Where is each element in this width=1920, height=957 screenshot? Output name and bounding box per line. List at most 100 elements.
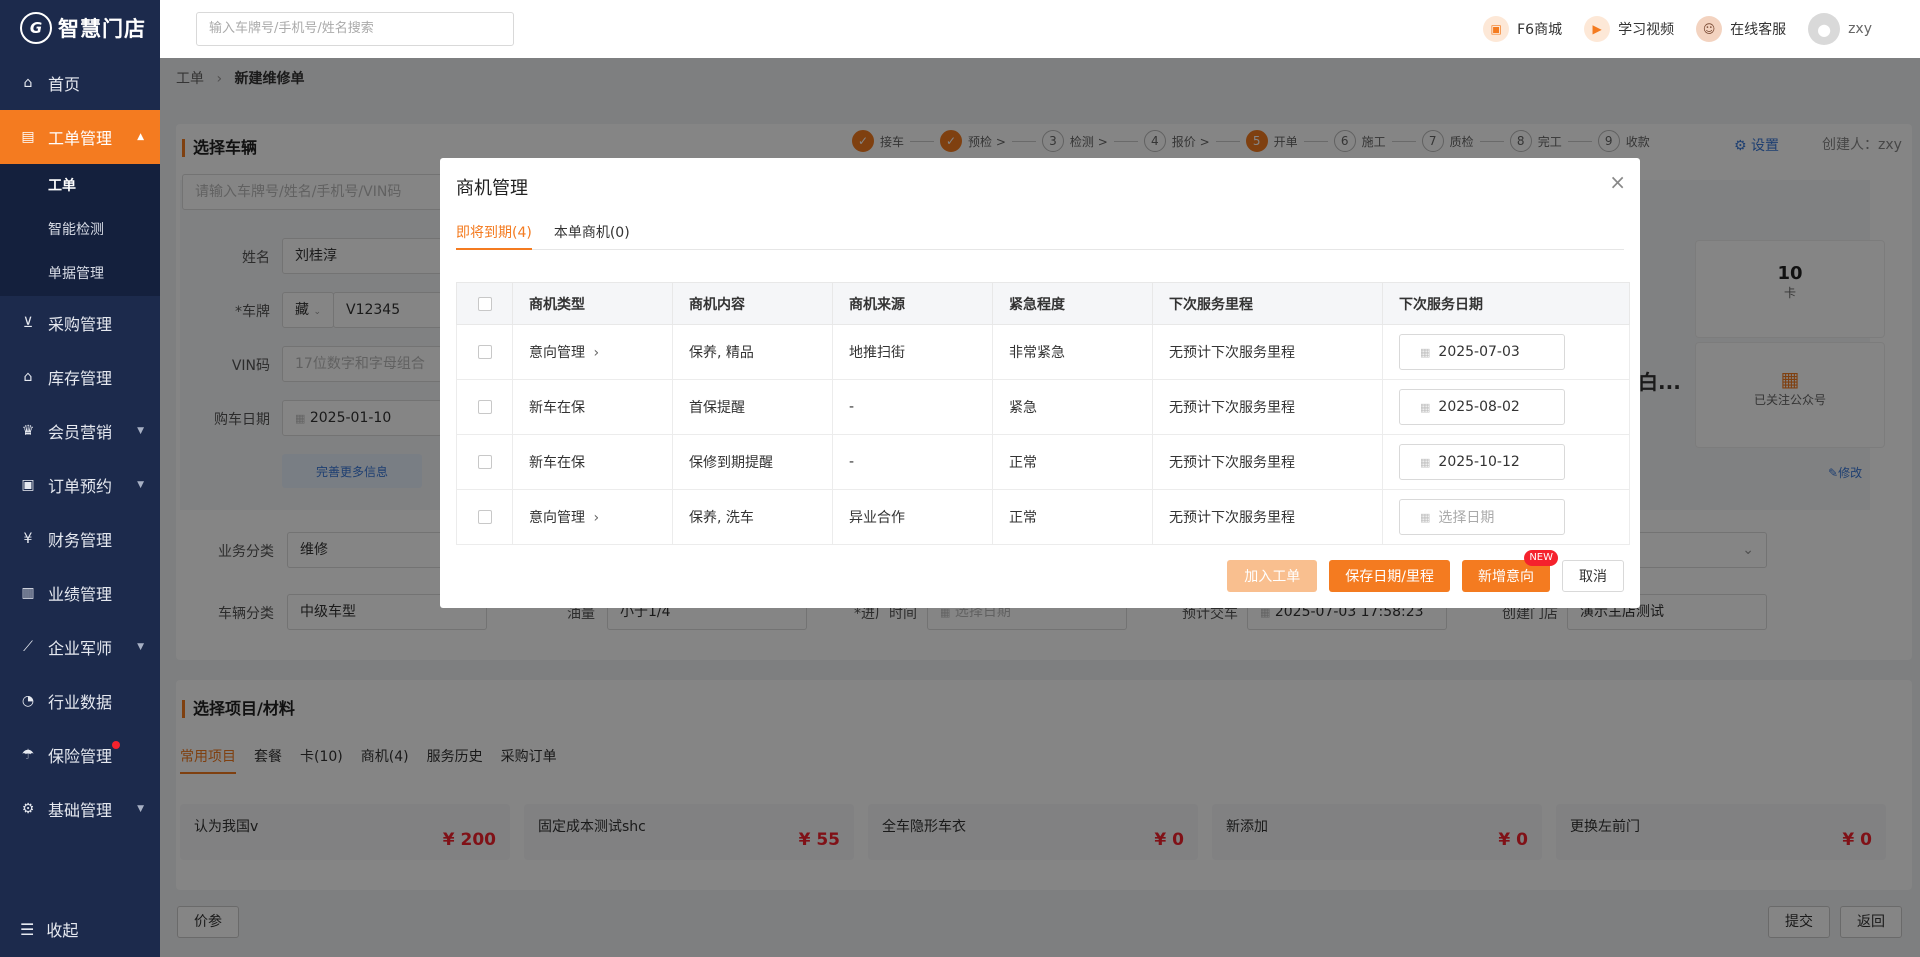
cell-mileage: 无预计下次服务里程: [1152, 324, 1383, 380]
play-icon: ▶: [1584, 16, 1611, 42]
sidebar-item-4[interactable]: ♛ 会员营销 ▼: [0, 404, 160, 458]
tab-this-order[interactable]: 本单商机(0): [554, 222, 630, 250]
opportunity-table: 商机类型 商机内容 商机来源 紧急程度 下次服务里程 下次服务日期 意向管理 ›…: [456, 282, 1630, 545]
date-placeholder: 选择日期: [1438, 510, 1495, 526]
date-value: 2025-07-03: [1438, 344, 1520, 360]
date-value: 2025-08-02: [1438, 399, 1520, 415]
service-link[interactable]: ☺ 在线客服: [1696, 16, 1786, 42]
sidebar-subitem-0[interactable]: 工单: [0, 164, 160, 208]
cell-source: 异业合作: [832, 489, 993, 545]
cell-date: ▦ 2025-07-03: [1382, 324, 1630, 380]
calendar-icon: ▦: [1420, 455, 1431, 469]
tab-expiring[interactable]: 即将到期(4): [456, 222, 532, 250]
table-row: 意向管理 › 保养, 洗车 异业合作 正常 无预计下次服务里程 ▦ 选择日期: [456, 489, 1630, 545]
sidebar-item-6[interactable]: ¥ 财务管理: [0, 512, 160, 566]
service-avatar-icon: ☺: [1696, 16, 1723, 42]
row-select-cell: [456, 379, 513, 435]
save-date-mileage-button[interactable]: 保存日期/里程: [1329, 560, 1450, 592]
cart-icon: ⊻: [22, 315, 34, 331]
chevron-up-icon: ▲: [137, 132, 144, 142]
select-all-checkbox[interactable]: [477, 296, 492, 311]
modal-tabs: 即将到期(4) 本单商机(0): [456, 222, 1624, 250]
sidebar-item-label: 基础管理: [48, 801, 113, 820]
global-search-input[interactable]: 输入车牌号/手机号/姓名搜索: [196, 12, 514, 46]
cell-urgency: 正常: [992, 489, 1153, 545]
bar-chart-icon: ▥: [21, 585, 35, 601]
sidebar-item-7[interactable]: ▥ 业绩管理: [0, 566, 160, 620]
clipboard-icon: ▣: [21, 477, 35, 493]
next-service-date-input[interactable]: ▦ 2025-08-02: [1399, 389, 1565, 425]
sidebar-item-5[interactable]: ▣ 订单预约 ▼: [0, 458, 160, 512]
user-name: zxy: [1848, 21, 1872, 37]
cell-source: -: [832, 434, 993, 490]
video-link[interactable]: ▶ 学习视频: [1584, 16, 1674, 42]
video-label: 学习视频: [1618, 22, 1675, 38]
next-service-date-input[interactable]: ▦ 2025-10-12: [1399, 444, 1565, 480]
sidebar-item-label: 采购管理: [48, 315, 113, 334]
row-select-cell: [456, 489, 513, 545]
cell-type: 新车在保: [512, 434, 673, 490]
sidebar-item-8[interactable]: ⟋ 企业军师 ▼: [0, 620, 160, 674]
app-logo[interactable]: G 智慧门店: [0, 0, 160, 56]
sidebar-item-2[interactable]: ⊻ 采购管理: [0, 296, 160, 350]
type-value: 新车在保: [529, 400, 585, 416]
col-content: 商机内容: [672, 282, 833, 325]
sidebar-item-10[interactable]: ☂ 保险管理: [0, 728, 160, 782]
new-intent-button[interactable]: 新增意向 NEW: [1462, 550, 1558, 592]
next-service-date-input[interactable]: ▦ 选择日期: [1399, 499, 1565, 535]
sidebar-item-label: 库存管理: [48, 369, 113, 388]
col-type: 商机类型: [512, 282, 673, 325]
cancel-button[interactable]: 取消: [1562, 560, 1624, 592]
cell-date: ▦ 2025-10-12: [1382, 434, 1630, 490]
cell-source: -: [832, 379, 993, 435]
sidebar-subitem-2[interactable]: 单据管理: [0, 252, 160, 296]
cell-content: 保养, 精品: [672, 324, 833, 380]
mall-link[interactable]: ▣ F6商城: [1483, 16, 1562, 42]
chevron-right-icon[interactable]: ›: [593, 510, 599, 526]
sidebar-item-label: 首页: [48, 75, 81, 94]
sidebar-item-label: 工单管理: [48, 129, 113, 148]
calendar-icon: ▦: [1420, 400, 1431, 414]
col-source: 商机来源: [832, 282, 993, 325]
sidebar-item-1[interactable]: ▤ 工单管理 ▲: [0, 110, 160, 164]
chevron-right-icon[interactable]: ›: [593, 345, 599, 361]
cell-urgency: 非常紧急: [992, 324, 1153, 380]
sidebar-subitem-1[interactable]: 智能检测: [0, 208, 160, 252]
row-checkbox[interactable]: [477, 400, 492, 414]
sidebar-item-0[interactable]: ⌂ 首页: [0, 56, 160, 110]
date-value: 2025-10-12: [1438, 454, 1520, 470]
sidebar-item-label: 财务管理: [48, 531, 113, 550]
sidebar-item-11[interactable]: ⚙ 基础管理 ▼: [0, 782, 160, 836]
cell-content: 首保提醒: [672, 379, 833, 435]
cell-urgency: 正常: [992, 434, 1153, 490]
logo-icon: G: [20, 12, 52, 44]
chevron-down-icon: ▼: [137, 804, 144, 814]
select-all-cell: [456, 282, 513, 325]
crown-icon: ♛: [21, 423, 35, 439]
table-row: 意向管理 › 保养, 精品 地推扫街 非常紧急 无预计下次服务里程 ▦ 2025-…: [456, 324, 1630, 380]
cell-urgency: 紧急: [992, 379, 1153, 435]
cell-mileage: 无预计下次服务里程: [1152, 379, 1383, 435]
home-icon: ⌂: [23, 75, 33, 91]
row-checkbox[interactable]: [477, 345, 492, 359]
next-service-date-input[interactable]: ▦ 2025-07-03: [1399, 334, 1565, 370]
type-value: 新车在保: [529, 455, 585, 471]
add-to-order-button[interactable]: 加入工单: [1227, 560, 1318, 592]
cell-content: 保养, 洗车: [672, 489, 833, 545]
collapse-sidebar-button[interactable]: ☰ 收起: [0, 901, 160, 957]
collapse-label: 收起: [46, 921, 79, 940]
type-value: 意向管理: [529, 510, 585, 526]
sidebar-item-label: 保险管理: [48, 747, 113, 766]
sidebar-item-9[interactable]: ◔ 行业数据: [0, 674, 160, 728]
close-icon[interactable]: ×: [1609, 170, 1626, 194]
trend-icon: ⟋: [23, 639, 33, 655]
sidebar-item-label: 企业军师: [48, 639, 113, 658]
row-checkbox[interactable]: [477, 455, 492, 469]
row-checkbox[interactable]: [477, 510, 492, 524]
user-avatar-icon: ●: [1808, 13, 1841, 45]
sidebar-item-3[interactable]: ⌂ 库存管理: [0, 350, 160, 404]
user-menu[interactable]: ● zxy: [1808, 13, 1872, 45]
table-row: 新车在保 保修到期提醒 - 正常 无预计下次服务里程 ▦ 2025-10-12: [456, 434, 1630, 490]
row-select-cell: [456, 434, 513, 490]
cell-date: ▦ 2025-08-02: [1382, 379, 1630, 435]
